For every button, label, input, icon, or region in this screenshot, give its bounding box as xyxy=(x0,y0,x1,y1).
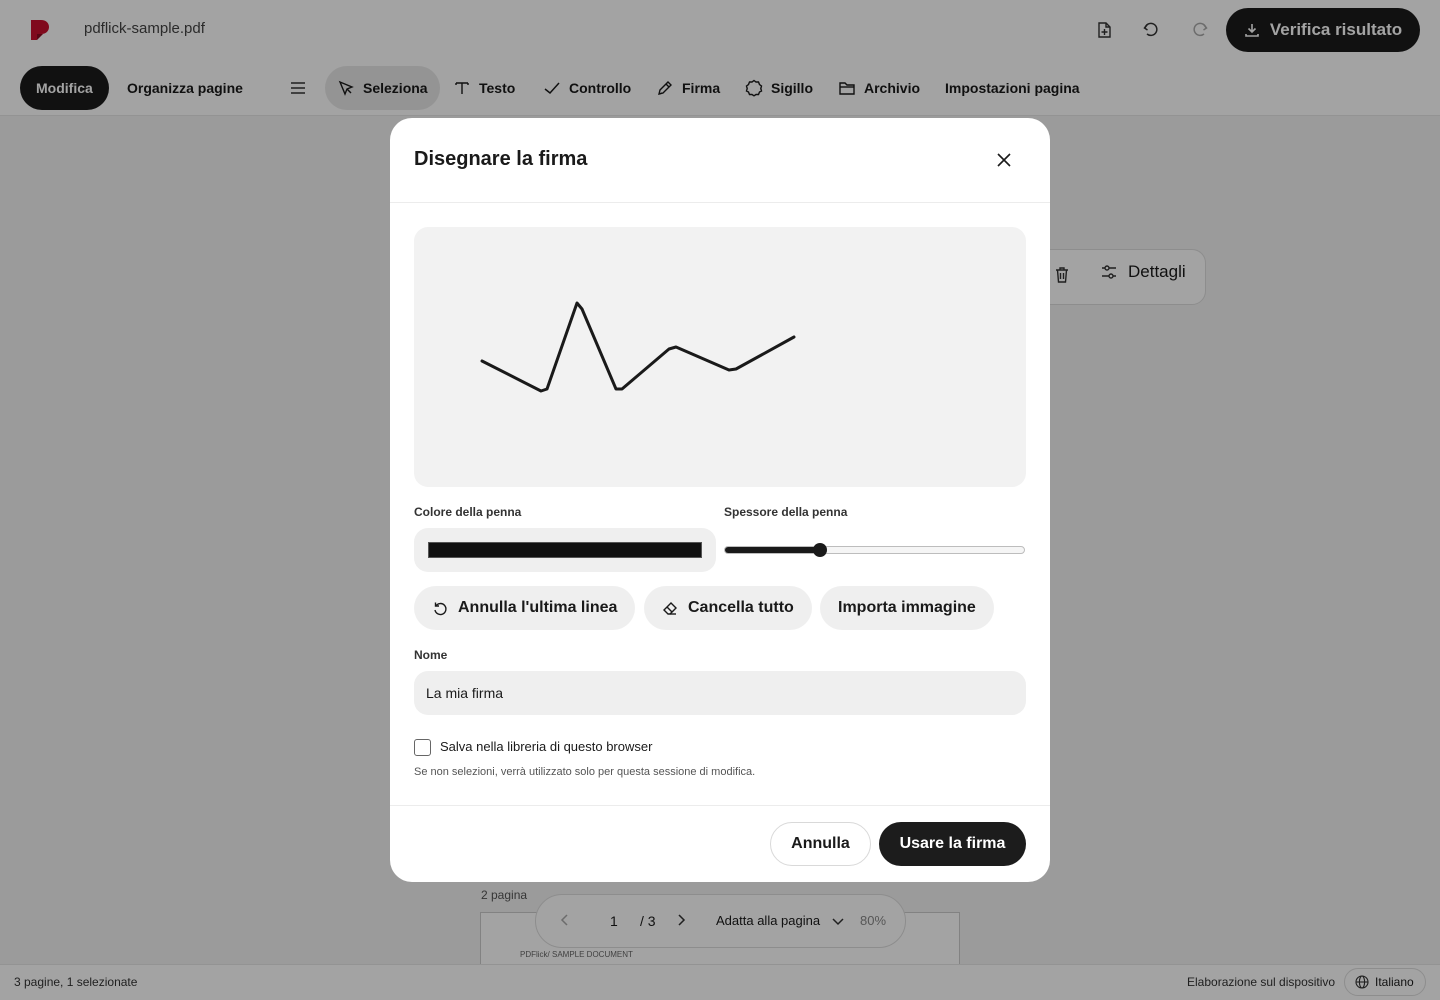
divider xyxy=(390,202,1050,203)
slider-thumb[interactable] xyxy=(813,543,827,557)
signature-canvas[interactable] xyxy=(414,227,1026,487)
close-icon[interactable] xyxy=(992,148,1016,172)
pen-width-slider[interactable] xyxy=(724,540,1026,560)
cancel-button[interactable]: Annulla xyxy=(770,822,871,866)
name-label: Nome xyxy=(414,648,448,662)
pen-color-swatch xyxy=(428,542,702,558)
signature-name-input[interactable] xyxy=(414,671,1026,715)
pen-color-label: Colore della penna xyxy=(414,505,522,519)
signature-dialog: Disegnare la firma Colore della penna Sp… xyxy=(390,118,1050,882)
save-hint: Se non selezioni, verrà utilizzato solo … xyxy=(414,766,756,778)
use-signature-button[interactable]: Usare la firma xyxy=(879,822,1026,866)
divider xyxy=(390,805,1050,806)
signature-stroke xyxy=(480,301,796,393)
pen-color-picker[interactable] xyxy=(414,528,716,572)
save-library-label[interactable]: Salva nella libreria di questo browser xyxy=(440,739,652,754)
import-image-button[interactable]: Importa immagine xyxy=(820,586,994,630)
pen-width-label: Spessore della penna xyxy=(724,505,848,519)
clear-all-button[interactable]: Cancella tutto xyxy=(644,586,812,630)
save-library-checkbox[interactable] xyxy=(414,739,431,756)
dialog-title: Disegnare la firma xyxy=(414,148,588,170)
eraser-icon xyxy=(663,602,677,615)
slider-fill xyxy=(725,547,821,553)
undo-last-line-button[interactable]: Annulla l'ultima linea xyxy=(414,586,636,630)
undo-icon xyxy=(434,602,447,616)
